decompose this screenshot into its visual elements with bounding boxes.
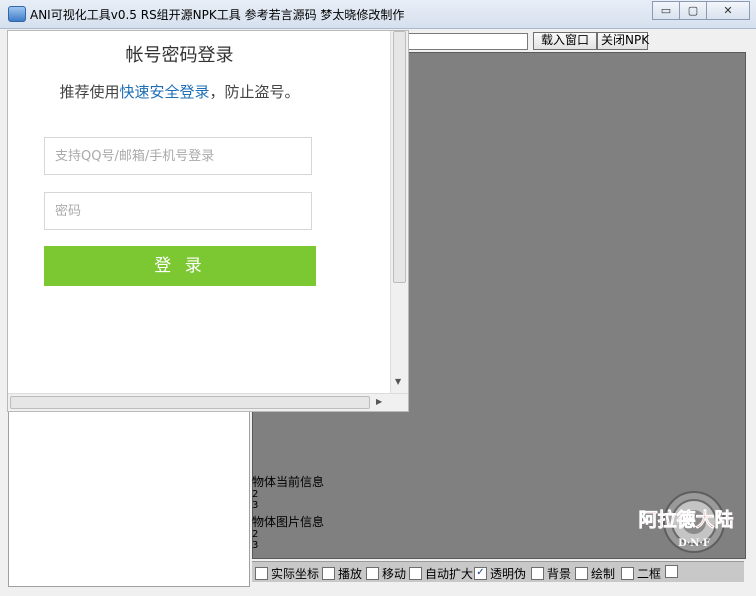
logo-text: 阿拉德大陆 [638,508,733,531]
option-draw[interactable]: 绘制 [575,565,615,582]
checkbox[interactable] [575,567,588,580]
load-window-button[interactable]: 载入窗口 [533,32,597,50]
checkbox[interactable] [255,567,268,580]
current-info-label: 物体当前信息 [252,475,325,489]
option-label: 绘制 [591,567,616,581]
maximize-button[interactable]: ▢ [679,1,707,20]
checkbox[interactable] [366,567,379,580]
current-info-value: 2 [252,489,259,500]
checkbox[interactable] [621,567,634,580]
option-label: 背景 [547,567,572,581]
window-title: ANI可视化工具v0.5 RS组开源NPK工具 参考若言源码 梦太晓修改制作 [30,8,405,22]
option-label: 二框 [637,567,662,581]
logo-subtext: D·N·F [678,538,710,549]
option-transparent[interactable]: ✓ 透明伪 [474,565,526,582]
current-info-value: 3 [252,500,259,511]
option-label: 自动扩大 [425,567,474,581]
option-label: 实际坐标 [271,567,320,581]
subtitle-prefix: 推荐使用 [59,83,120,101]
image-info-label: 物体图片信息 [252,515,325,529]
title-bar: ANI可视化工具v0.5 RS组开源NPK工具 参考若言源码 梦太晓修改制作 ▭… [0,0,756,29]
option-actual-coords[interactable]: 实际坐标 [255,565,319,582]
subtitle-suffix: ，防止盗号。 [209,83,300,101]
horizontal-scroll-thumb[interactable] [10,396,370,409]
image-info-value: 2 [252,529,259,540]
login-button[interactable]: 登 录 [44,246,316,286]
image-info-value: 3 [252,540,259,551]
account-input[interactable]: 支持QQ号/邮箱/手机号登录 [44,137,312,175]
maximize-icon: ▢ [687,4,699,17]
app-icon [8,6,26,22]
window-controls: ▭ ▢ ✕ [652,1,750,20]
left-list-panel[interactable] [8,395,250,587]
vertical-scrollbar[interactable]: ▼ [390,31,408,393]
vertical-scroll-thumb[interactable] [393,31,406,283]
minimize-icon: ▭ [660,4,672,17]
checkbox[interactable] [322,567,335,580]
options-bar: 实际坐标 播放 移动 自动扩大 ✓ 透明伪 背景 绘制 二框 [252,561,744,582]
option-label: 移动 [382,567,407,581]
checkbox[interactable] [665,565,678,578]
option-background[interactable]: 背景 [531,565,571,582]
close-icon: ✕ [723,4,733,17]
scroll-right-icon[interactable]: ▶ [376,397,382,406]
dnf-logo: 阿拉德大陆 D·N·F [638,491,734,553]
minimize-button[interactable]: ▭ [652,1,680,20]
password-input[interactable]: 密码 [44,192,312,230]
option-double-frame[interactable]: 二框 [621,565,661,582]
login-title: 帐号密码登录 [125,45,234,66]
option-label: 透明伪 [490,567,527,581]
option-extra[interactable] [665,565,681,578]
horizontal-scrollbar[interactable]: ▶ [8,393,408,411]
option-play[interactable]: 播放 [322,565,362,582]
path-input[interactable] [405,33,528,50]
login-popup: 帐号密码登录 推荐使用快速安全登录，防止盗号。 支持QQ号/邮箱/手机号登录 密… [7,30,409,412]
check-icon[interactable]: ✓ [474,567,487,580]
option-auto-expand[interactable]: 自动扩大 [409,565,473,582]
option-move[interactable]: 移动 [366,565,406,582]
quick-login-link[interactable]: 快速安全登录 [119,83,209,101]
checkbox[interactable] [531,567,544,580]
scroll-down-icon[interactable]: ▼ [395,377,401,386]
login-subtitle: 推荐使用快速安全登录，防止盗号。 [8,81,351,102]
checkbox[interactable] [409,567,422,580]
close-npk-button[interactable]: 关闭NPK [597,32,649,50]
option-label: 播放 [338,567,363,581]
close-button[interactable]: ✕ [706,1,750,20]
